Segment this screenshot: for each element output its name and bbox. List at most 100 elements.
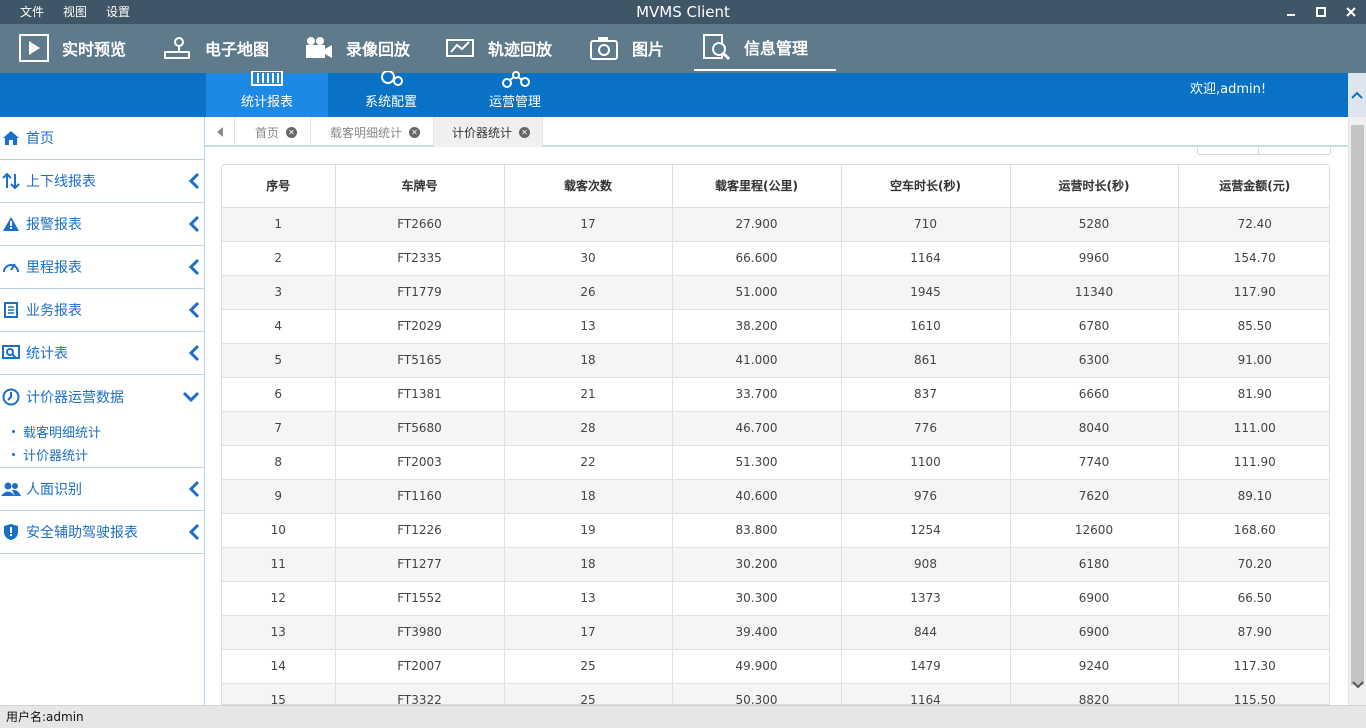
table-cell: 49.900 [672,649,842,684]
menu-view[interactable]: 视图 [63,0,87,24]
table-row[interactable]: 11 FT1277 18 30.200 908 6180 70.20 [222,547,1329,582]
table-row[interactable]: 7 FT5680 28 46.700 776 8040 111.00 [222,411,1329,446]
sidebar-item-adas-report[interactable]: 安全辅助驾驶报表 [0,511,204,554]
table-cell: 6900 [1010,581,1179,616]
network-icon [454,71,576,91]
bullet-icon [12,430,15,433]
bar-chart-icon [206,71,328,91]
table-cell: FT5680 [335,411,505,446]
table-cell: FT2660 [335,207,505,242]
video-camera-icon [302,34,334,62]
tool-info-management[interactable]: 信息管理 [694,24,836,71]
table-cell: 83.800 [672,513,842,548]
table-row[interactable]: 4 FT2029 13 38.200 1610 6780 85.50 [222,309,1329,344]
clock-icon [0,388,26,406]
sidebar-item-stat-table[interactable]: 统计表 [0,332,204,375]
close-tab-icon[interactable]: ✕ [286,126,298,138]
table-cell: 66.600 [672,241,842,276]
table-cell: 15 [222,683,336,704]
table-cell: 6780 [1010,309,1179,344]
sidebar-item-online-offline[interactable]: 上下线报表 [0,160,204,203]
maximize-button[interactable] [1306,0,1336,24]
sidebar-item-alarm-report[interactable]: 报警报表 [0,203,204,246]
caret-left-icon [216,127,223,137]
collapse-header-button[interactable] [1348,73,1366,117]
column-header[interactable]: 运营时长(秒) [1010,165,1179,208]
sidebar-item-mileage-report[interactable]: 里程报表 [0,246,204,289]
table-cell: 111.90 [1178,445,1329,480]
close-tab-icon[interactable]: ✕ [519,126,531,138]
table-row[interactable]: 8 FT2003 22 51.300 1100 7740 111.90 [222,445,1329,480]
tool-track-playback[interactable]: 轨迹回放 [444,24,552,71]
column-header[interactable]: 车牌号 [335,165,505,208]
tab-taximeter-stats[interactable]: 计价器统计 ✕ [434,117,543,147]
table-cell: FT1160 [335,479,505,514]
close-icon [1346,7,1356,17]
table-header-row: 序号 车牌号 载客次数 载客里程(公里) 空车时长(秒) 运营时长(秒) 运营金… [222,165,1329,208]
chevron-left-icon [188,480,200,502]
table-row[interactable]: 15 FT3322 25 50.300 1164 8820 115.50 [222,683,1329,704]
column-header[interactable]: 载客里程(公里) [672,165,842,208]
table-cell: 9960 [1010,241,1179,276]
table-row[interactable]: 6 FT1381 21 33.700 837 6660 81.90 [222,377,1329,412]
toolbar-button-group[interactable] [1197,147,1331,155]
tool-live-preview[interactable]: 实时预览 [18,24,126,71]
sidebar-subitem-passenger-detail[interactable]: 载客明细统计 [0,420,204,443]
table-row[interactable]: 2 FT2335 30 66.600 1164 9960 154.70 [222,241,1329,276]
menu-settings[interactable]: 设置 [106,0,130,24]
table-row[interactable]: 9 FT1160 18 40.600 976 7620 89.10 [222,479,1329,514]
table-row[interactable]: 10 FT1226 19 83.800 1254 12600 168.60 [222,513,1329,548]
tool-e-map[interactable]: 电子地图 [161,24,269,71]
sidebar-item-business-report[interactable]: 业务报表 [0,289,204,332]
table-cell: 13 [222,615,336,650]
table-cell: 776 [841,411,1011,446]
document-icon [0,302,26,318]
table-row[interactable]: 3 FT1779 26 51.000 1945 11340 117.90 [222,275,1329,310]
table-cell: 117.30 [1178,649,1329,684]
tab-label: 载客明细统计 [330,125,403,140]
route-icon [444,34,476,62]
sidebar-item-home[interactable]: 首页 [0,117,204,160]
table-row[interactable]: 13 FT3980 17 39.400 844 6900 87.90 [222,615,1329,650]
tool-label: 录像回放 [346,39,411,59]
tabs-scroll-left-button[interactable] [205,117,235,147]
subtab-operations[interactable]: 运营管理 [454,71,576,117]
table-cell: 13 [504,309,673,344]
column-header[interactable]: 载客次数 [504,165,673,208]
subtab-statistics-report[interactable]: 统计报表 [206,71,328,117]
table-cell: 1479 [841,649,1011,684]
table-cell: FT1226 [335,513,505,548]
table-cell: FT2003 [335,445,505,480]
tool-playback[interactable]: 录像回放 [302,24,410,71]
table-row[interactable]: 5 FT5165 18 41.000 861 6300 91.00 [222,343,1329,378]
table-row[interactable]: 1 FT2660 17 27.900 710 5280 72.40 [222,207,1329,242]
sidebar-item-taximeter-data[interactable]: 计价器运营数据 [0,375,204,418]
vertical-scrollbar[interactable] [1348,117,1366,705]
minimize-button[interactable] [1276,0,1306,24]
scrollbar-thumb[interactable] [1351,125,1364,685]
table-cell: 2 [222,241,336,276]
sidebar-item-face-recognition[interactable]: 人面识别 [0,468,204,511]
menu-file[interactable]: 文件 [20,0,44,24]
table-row[interactable]: 12 FT1552 13 30.300 1373 6900 66.50 [222,581,1329,616]
subtab-label: 运营管理 [488,95,541,110]
table-cell: 85.50 [1178,309,1329,344]
subtab-label: 统计报表 [240,95,293,110]
table-row[interactable]: 14 FT2007 25 49.900 1479 9240 117.30 [222,649,1329,684]
table-cell: 11 [222,547,336,582]
tool-pictures[interactable]: 图片 [588,24,664,71]
column-header[interactable]: 序号 [222,165,336,208]
sidebar-subitem-taximeter-stats[interactable]: 计价器统计 [0,443,204,466]
table-cell: 40.600 [672,479,842,514]
map-pin-icon [161,34,193,62]
table-cell: 30 [504,241,673,276]
close-tab-icon[interactable]: ✕ [409,126,421,138]
scroll-down-icon[interactable] [1352,674,1364,693]
tab-passenger-detail[interactable]: 载客明细统计 ✕ [311,117,434,147]
table-cell: 72.40 [1178,207,1329,242]
column-header[interactable]: 空车时长(秒) [841,165,1011,208]
subtab-system-config[interactable]: 系统配置 [330,71,452,117]
close-button[interactable] [1336,0,1366,24]
column-header[interactable]: 运营金额(元) [1178,165,1329,208]
tab-home[interactable]: 首页 ✕ [235,117,311,147]
